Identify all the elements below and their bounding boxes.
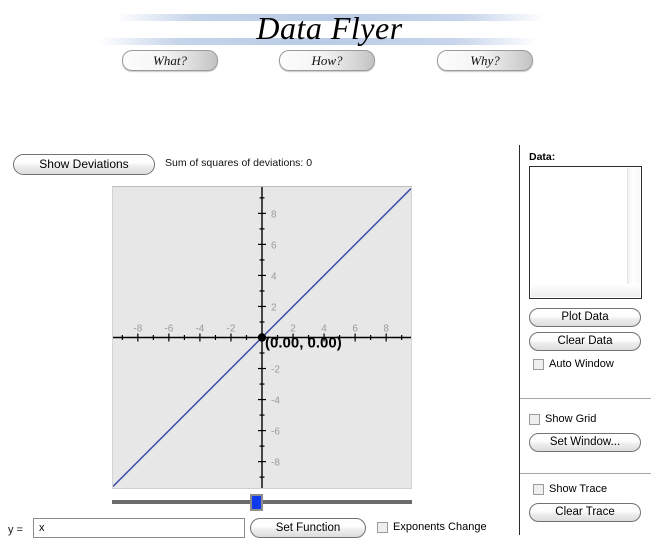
data-horizontal-scrollbar[interactable] (531, 284, 640, 297)
page-header: Data Flyer What? How? Why? (0, 0, 659, 84)
parameter-slider[interactable] (112, 494, 412, 511)
panel-divider-1 (520, 398, 651, 399)
svg-text:6: 6 (271, 240, 277, 251)
data-vertical-scrollbar[interactable] (627, 168, 640, 284)
svg-text:-8: -8 (133, 324, 142, 335)
slider-thumb[interactable] (249, 494, 263, 511)
right-control-panel: Data: Plot Data Clear Data Auto Window S… (519, 145, 659, 535)
svg-text:4: 4 (271, 271, 277, 282)
svg-text:2: 2 (290, 324, 296, 335)
data-textarea[interactable] (529, 166, 642, 299)
svg-text:-2: -2 (227, 324, 236, 335)
svg-text:(0.00, 0.00): (0.00, 0.00) (265, 335, 342, 352)
graph-canvas[interactable]: -8 -6 -4 -2 2 4 6 8 8 6 4 2 -2 -4 -6 -8 (0.00, 0.00) (112, 186, 412, 489)
show-trace-checkbox[interactable] (533, 483, 544, 495)
svg-text:-6: -6 (271, 427, 280, 438)
exponents-change-label: Exponents Change (393, 521, 487, 533)
set-window-button[interactable]: Set Window... (529, 433, 641, 452)
show-trace-checkbox-row[interactable]: Show Trace (533, 483, 607, 495)
clear-trace-button[interactable]: Clear Trace (529, 503, 641, 522)
exponents-change-checkbox[interactable] (377, 521, 388, 533)
show-grid-checkbox[interactable] (529, 413, 540, 425)
sum-of-squares-status: Sum of squares of deviations: 0 (165, 157, 313, 169)
show-trace-label: Show Trace (549, 483, 608, 495)
page-title: Data Flyer (256, 10, 403, 46)
svg-text:-4: -4 (271, 396, 280, 407)
svg-text:-4: -4 (195, 324, 204, 335)
nav-button-why[interactable]: Why? (437, 50, 533, 71)
svg-text:-2: -2 (271, 365, 280, 376)
y-equals-label: y = (8, 524, 23, 536)
show-deviations-button[interactable]: Show Deviations (13, 154, 155, 175)
svg-text:-6: -6 (164, 324, 173, 335)
svg-text:8: 8 (271, 209, 277, 220)
exponents-change-checkbox-row[interactable]: Exponents Change (377, 521, 487, 533)
svg-text:8: 8 (383, 324, 389, 335)
graph-plot: -8 -6 -4 -2 2 4 6 8 8 6 4 2 -2 -4 -6 -8 (0.00, 0.00) (113, 187, 411, 488)
nav-button-how[interactable]: How? (279, 50, 375, 71)
auto-window-label: Auto Window (549, 358, 614, 370)
plot-data-button[interactable]: Plot Data (529, 308, 641, 327)
auto-window-checkbox-row[interactable]: Auto Window (533, 358, 614, 370)
deviations-toolbar: Show Deviations Sum of squares of deviat… (0, 154, 520, 176)
auto-window-checkbox[interactable] (533, 358, 544, 370)
function-input[interactable] (33, 518, 245, 538)
function-bar: y = Set Function Exponents Change (0, 518, 520, 544)
panel-divider-2 (520, 473, 651, 474)
nav-button-what[interactable]: What? (122, 50, 218, 71)
data-section-label: Data: (529, 151, 556, 163)
svg-text:4: 4 (321, 324, 327, 335)
svg-text:2: 2 (271, 302, 277, 313)
set-function-button[interactable]: Set Function (250, 518, 366, 538)
show-grid-checkbox-row[interactable]: Show Grid (529, 413, 596, 425)
svg-text:6: 6 (352, 324, 358, 335)
show-grid-label: Show Grid (545, 413, 597, 425)
svg-text:-8: -8 (271, 458, 280, 469)
clear-data-button[interactable]: Clear Data (529, 332, 641, 351)
